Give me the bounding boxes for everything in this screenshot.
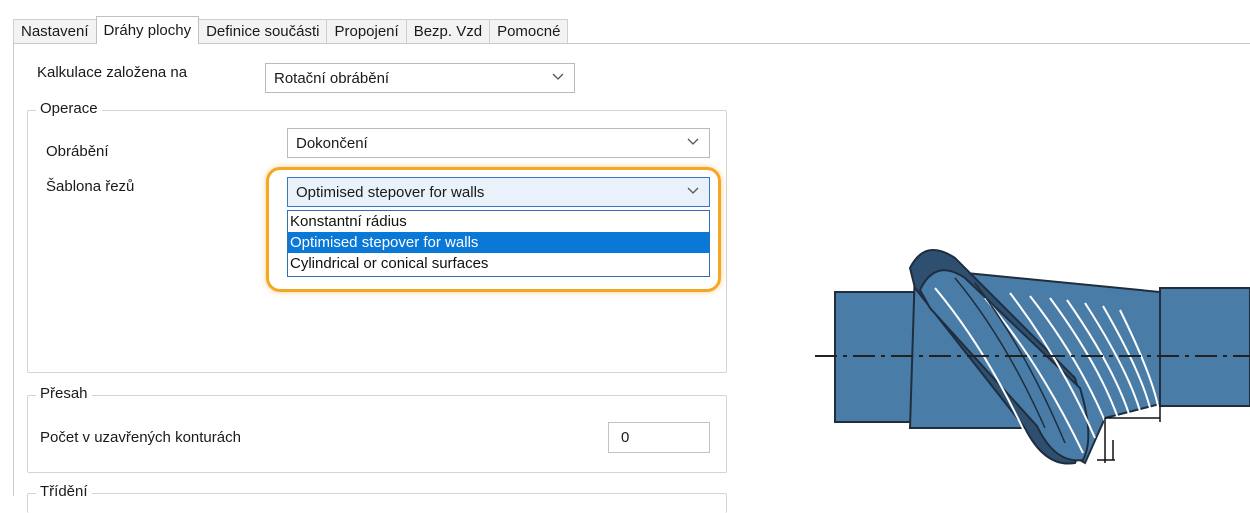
toolpath-illustration-icon xyxy=(815,249,1250,465)
operace-legend: Operace xyxy=(36,100,102,117)
tab-pomocne[interactable]: Pomocné xyxy=(489,19,569,43)
tab-bezp-vzd[interactable]: Bezp. Vzd xyxy=(405,19,491,43)
tab-nastaveni[interactable]: Nastavení xyxy=(13,19,97,43)
closed-contours-value: 0 xyxy=(621,429,630,446)
chevron-down-icon xyxy=(687,187,699,194)
machining-label: Obrábění xyxy=(46,143,109,160)
cut-pattern-select[interactable]: Optimised stepover for walls xyxy=(287,177,710,207)
machining-select[interactable]: Dokončení xyxy=(287,128,710,158)
trideni-legend: Třídění xyxy=(36,483,92,500)
dropdown-option-konstantni-radius[interactable]: Konstantní rádius xyxy=(288,211,709,232)
cut-pattern-dropdown-list: Konstantní rádius Optimised stepover for… xyxy=(287,210,710,277)
closed-contours-label: Počet v uzavřených konturách xyxy=(40,429,241,446)
tab-definice-soucasti[interactable]: Definice součásti xyxy=(198,19,328,43)
presah-legend: Přesah xyxy=(36,385,92,402)
calc-basis-label: Kalkulace založena na xyxy=(37,64,188,81)
cut-pattern-value: Optimised stepover for walls xyxy=(296,183,485,201)
cut-pattern-label: Šablona řezů xyxy=(46,178,135,195)
tab-bar: Nastavení Dráhy plochy Definice součásti… xyxy=(13,16,1250,44)
calc-basis-value: Rotační obrábění xyxy=(274,69,390,87)
chevron-down-icon xyxy=(687,138,699,145)
calc-basis-select[interactable]: Rotační obrábění xyxy=(265,63,575,93)
machining-value: Dokončení xyxy=(296,134,368,152)
closed-contours-input[interactable]: 0 xyxy=(608,422,710,453)
trideni-group: Třídění xyxy=(27,483,727,513)
dropdown-option-cylindrical-conical[interactable]: Cylindrical or conical surfaces xyxy=(288,253,709,274)
chevron-down-icon xyxy=(552,73,564,80)
tab-drahy-plochy[interactable]: Dráhy plochy xyxy=(95,16,200,44)
tab-propojeni[interactable]: Propojení xyxy=(326,19,407,43)
dropdown-option-optimised-stepover[interactable]: Optimised stepover for walls xyxy=(288,232,709,253)
